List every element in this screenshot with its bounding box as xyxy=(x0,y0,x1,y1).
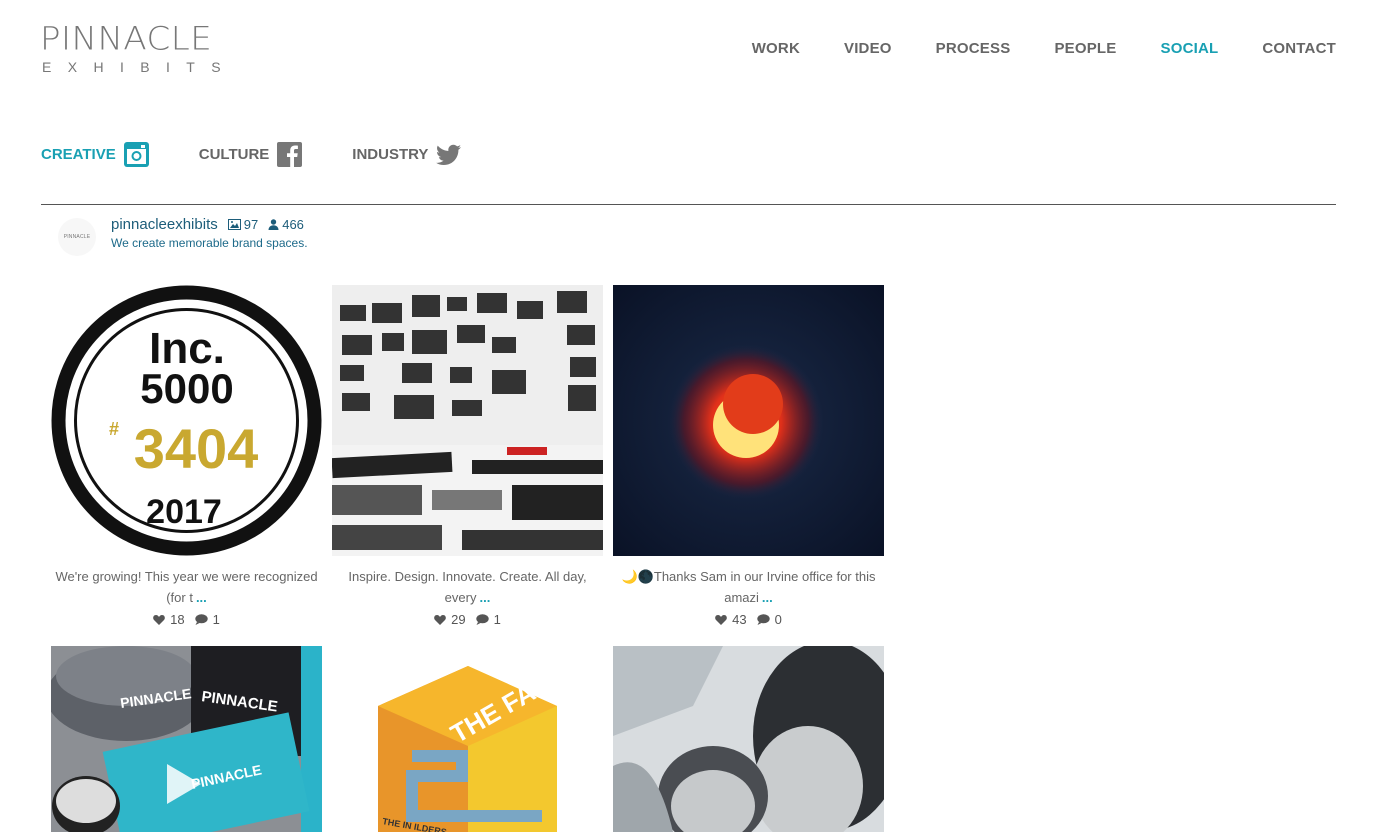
more-link[interactable]: ... xyxy=(196,590,207,605)
post-image-the-fab[interactable]: THE FAB THE IN ILDERS xyxy=(332,646,603,832)
facebook-icon xyxy=(277,142,303,167)
nav-people[interactable]: PEOPLE xyxy=(1054,40,1116,57)
heart-icon xyxy=(153,615,165,625)
tab-industry[interactable]: INDUSTRY xyxy=(352,144,462,166)
post-stats: 18 1 xyxy=(51,612,322,627)
user-icon xyxy=(268,219,279,230)
nav-social[interactable]: SOCIAL xyxy=(1161,40,1219,57)
post-image-eclipse[interactable] xyxy=(613,285,884,556)
profile-username[interactable]: pinnacleexhibits xyxy=(111,216,218,233)
more-link[interactable]: ... xyxy=(479,590,490,605)
comments: 1 xyxy=(475,612,501,627)
followers-count: 466 xyxy=(268,217,304,232)
tab-creative[interactable]: CREATIVE xyxy=(41,142,149,167)
post-card[interactable]: Inc. 5000 # 3404 2017 We're growing! Thi… xyxy=(51,285,322,627)
post-card[interactable]: THE FAB THE IN ILDERS xyxy=(332,646,603,832)
twitter-icon xyxy=(436,144,462,166)
comment-icon xyxy=(194,614,208,625)
nav-process[interactable]: PROCESS xyxy=(936,40,1011,57)
posts-count: 97 xyxy=(227,217,258,232)
post-card[interactable] xyxy=(613,646,884,832)
avatar[interactable]: PINNACLE xyxy=(58,218,96,256)
svg-text:#: # xyxy=(109,419,119,439)
badge-year: 2017 xyxy=(146,493,222,531)
tab-industry-label: INDUSTRY xyxy=(352,146,429,163)
profile-bio: We create memorable brand spaces. xyxy=(111,236,308,250)
comments: 0 xyxy=(756,612,782,627)
tab-culture[interactable]: CULTURE xyxy=(199,142,303,167)
badge-rank: 3404 xyxy=(134,417,259,480)
instagram-icon xyxy=(123,142,149,167)
post-image-merch-video[interactable]: PINNACLE PINNACLE PINNACLE xyxy=(51,646,322,832)
post-image-design-board[interactable] xyxy=(332,285,603,556)
comments: 1 xyxy=(194,612,220,627)
post-caption: Inspire. Design. Innovate. Create. All d… xyxy=(348,569,587,605)
post-card[interactable]: PINNACLE PINNACLE PINNACLE xyxy=(51,646,322,832)
tab-creative-label: CREATIVE xyxy=(41,146,116,163)
image-icon xyxy=(227,219,241,230)
post-caption: 🌙🌑Thanks Sam in our Irvine office for th… xyxy=(621,569,876,605)
post-card[interactable]: 🌙🌑Thanks Sam in our Irvine office for th… xyxy=(613,285,884,627)
post-image-couple[interactable] xyxy=(613,646,884,832)
nav-video[interactable]: VIDEO xyxy=(844,40,892,57)
main-nav: WORK VIDEO PROCESS PEOPLE SOCIAL CONTACT xyxy=(708,40,1336,57)
likes: 29 xyxy=(434,612,466,627)
nav-contact[interactable]: CONTACT xyxy=(1262,40,1336,57)
social-tabs: CREATIVE CULTURE INDUSTRY xyxy=(41,142,511,167)
post-image-inc5000[interactable]: Inc. 5000 # 3404 2017 xyxy=(51,285,322,556)
brand-sub: EXHIBITS xyxy=(42,59,237,75)
post-stats: 29 1 xyxy=(332,612,603,627)
tab-culture-label: CULTURE xyxy=(198,146,270,163)
comment-icon xyxy=(756,614,770,625)
more-link[interactable]: ... xyxy=(762,590,773,605)
nav-work[interactable]: WORK xyxy=(752,40,800,57)
likes: 18 xyxy=(153,612,185,627)
post-caption: We're growing! This year we were recogni… xyxy=(55,569,318,605)
brand-logo[interactable]: PINNACLE EXHIBITS xyxy=(40,22,242,74)
divider xyxy=(41,204,1336,205)
likes: 43 xyxy=(715,612,747,627)
heart-icon xyxy=(434,615,446,625)
badge-5000: 5000 xyxy=(140,365,233,412)
post-card[interactable]: Inspire. Design. Innovate. Create. All d… xyxy=(332,285,603,627)
comment-icon xyxy=(475,614,489,625)
post-stats: 43 0 xyxy=(613,612,884,627)
brand-name: PINNACLE xyxy=(40,20,213,58)
instagram-profile: PINNACLE pinnacleexhibits 97 466 We crea… xyxy=(58,216,308,256)
heart-icon xyxy=(715,615,727,625)
